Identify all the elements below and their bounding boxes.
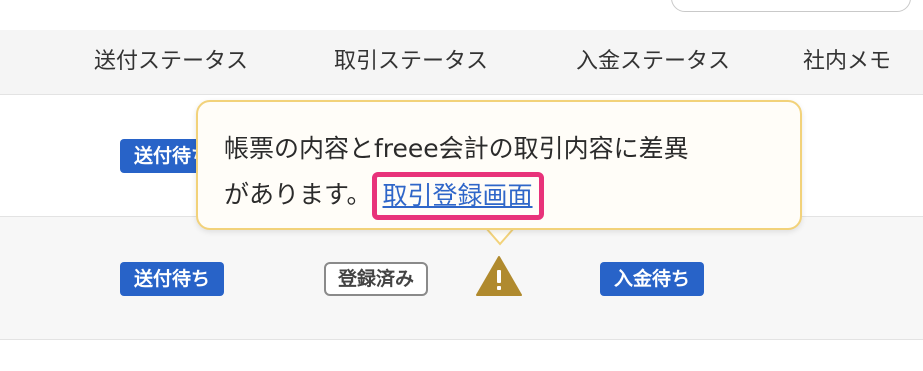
deal-status-badge: 登録済み — [324, 262, 429, 296]
tooltip-message-line-1: 帳票の内容とfreee会計の取引内容に差異 — [224, 134, 689, 163]
warning-triangle-icon[interactable] — [475, 255, 523, 297]
column-header-payment-status: 入金ステータス — [576, 49, 731, 74]
table-row[interactable]: 送付待ち 登録済み 入金待ち — [0, 217, 923, 340]
discrepancy-tooltip: 帳票の内容とfreee会計の取引内容に差異 があります。 取引登録画面 — [196, 100, 802, 230]
tooltip-message: 帳票の内容とfreee会計の取引内容に差異 があります。 取引登録画面 — [224, 126, 784, 220]
payment-status-badge: 入金待ち — [600, 262, 705, 296]
send-status-badge: 送付待ち — [120, 262, 225, 296]
tooltip-message-line-2-text: があります。 — [224, 180, 372, 209]
column-header-deal-status: 取引ステータス — [334, 49, 489, 74]
column-header-send-status: 送付ステータス — [94, 49, 249, 74]
table-header: 送付ステータス 取引ステータス 入金ステータス 社内メモ — [0, 30, 923, 95]
link-highlight-box: 取引登録画面 — [371, 172, 544, 220]
search-input[interactable] — [671, 0, 911, 12]
tooltip-message-line-2: があります。 取引登録画面 — [224, 172, 784, 220]
deal-registration-link[interactable]: 取引登録画面 — [383, 181, 533, 210]
column-header-internal-memo: 社内メモ — [803, 49, 892, 74]
